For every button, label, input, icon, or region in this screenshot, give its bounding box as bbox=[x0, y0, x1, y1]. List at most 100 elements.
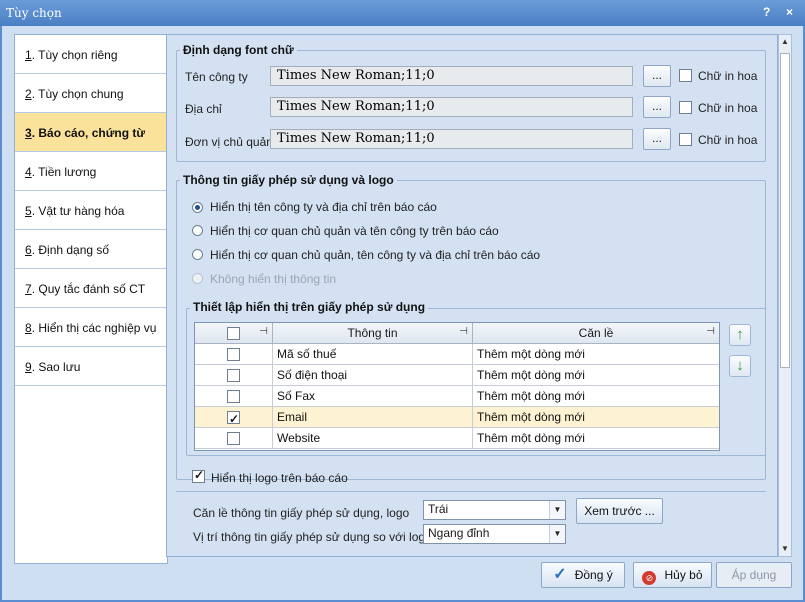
scroll-thumb[interactable] bbox=[780, 53, 790, 368]
row-align[interactable]: Thêm một dòng mới bbox=[473, 428, 719, 449]
parent-unit-font-field[interactable]: Times New Roman;11;0 bbox=[270, 129, 633, 149]
nav-item-dinh-dang-so[interactable]: 6. Định dạng số bbox=[15, 230, 167, 269]
display-section-title: Thiết lập hiển thị trên giấy phép sử dụn… bbox=[190, 300, 429, 314]
nav-label: . Hiển thị các nghiệp vụ bbox=[31, 321, 157, 335]
select-all-checkbox[interactable] bbox=[227, 327, 240, 340]
option-show-company-address[interactable]: Hiển thị tên công ty và địa chỉ trên báo… bbox=[210, 200, 437, 214]
window-title: Tùy chọn bbox=[6, 6, 62, 20]
row-align[interactable]: Thêm một dòng mới bbox=[473, 344, 719, 365]
row-info: Mã số thuế bbox=[273, 344, 473, 365]
table-row[interactable]: Email Thêm một dòng mới bbox=[195, 407, 719, 429]
title-bar: Tùy chọn ? × bbox=[0, 0, 805, 26]
align-column-label: Căn lề bbox=[578, 326, 614, 340]
pin-icon[interactable]: ⊣ bbox=[459, 322, 468, 342]
show-logo-checkbox[interactable] bbox=[192, 468, 205, 483]
show-logo-label: Hiển thị logo trên báo cáo bbox=[211, 471, 348, 485]
option-show-parent-company[interactable]: Hiển thị cơ quan chủ quản và tên công ty… bbox=[210, 224, 499, 238]
company-font-field[interactable]: Times New Roman;11;0 bbox=[270, 66, 633, 86]
nav-num: 1 bbox=[25, 48, 32, 62]
chevron-down-icon[interactable]: ▼ bbox=[549, 501, 565, 519]
nav-num: 3 bbox=[25, 126, 32, 140]
nav-item-tien-luong[interactable]: 4. Tiền lương bbox=[15, 152, 167, 191]
nav-label: . Quy tắc đánh số CT bbox=[31, 282, 146, 296]
nav-num: 6 bbox=[25, 243, 32, 257]
cancel-icon: ⊘ bbox=[642, 571, 657, 585]
align-select-value: Trái bbox=[428, 502, 449, 516]
nav-item-vat-tu-hang-hoa[interactable]: 5. Vật tư hàng hóa bbox=[15, 191, 167, 230]
align-select[interactable]: Trái ▼ bbox=[423, 500, 566, 520]
row-checkbox[interactable] bbox=[227, 390, 240, 403]
nav-item-quy-tac-danh-so[interactable]: 7. Quy tắc đánh số CT bbox=[15, 269, 167, 308]
scroll-down-icon[interactable]: ▼ bbox=[781, 544, 789, 553]
row-check-cell bbox=[195, 428, 273, 449]
cancel-button[interactable]: ⊘ Hủy bỏ bbox=[633, 562, 712, 588]
ok-label: Đồng ý bbox=[574, 568, 613, 582]
radio-show-parent-company[interactable] bbox=[192, 225, 203, 236]
nav-item-tuy-chon-chung[interactable]: 2. Tùy chọn chung bbox=[15, 74, 167, 113]
parent-unit-label: Đơn vị chủ quản bbox=[185, 135, 273, 149]
row-checkbox[interactable] bbox=[227, 432, 240, 445]
nav-item-hien-thi-nghiep-vu[interactable]: 8. Hiển thị các nghiệp vụ bbox=[15, 308, 167, 347]
apply-button[interactable]: Áp dụng bbox=[716, 562, 792, 588]
address-font-field[interactable]: Times New Roman;11;0 bbox=[270, 97, 633, 117]
table-row[interactable]: Website Thêm một dòng mới bbox=[195, 428, 719, 449]
position-select[interactable]: Ngang đỉnh ▼ bbox=[423, 524, 566, 544]
radio-show-company-address[interactable] bbox=[192, 202, 203, 213]
row-check-cell bbox=[195, 407, 273, 429]
nav-label: . Định dạng số bbox=[31, 243, 110, 257]
move-up-button[interactable]: ↑ bbox=[729, 324, 751, 346]
align-label: Căn lề thông tin giấy phép sử dụng, logo bbox=[193, 506, 410, 520]
align-column-header[interactable]: Căn lề ⊣ bbox=[473, 323, 719, 344]
move-down-button[interactable]: ↓ bbox=[729, 355, 751, 377]
help-button[interactable]: ? bbox=[763, 5, 770, 19]
row-info: Số Fax bbox=[273, 386, 473, 407]
font-section-title: Định dạng font chữ bbox=[180, 43, 297, 57]
nav-label: . Sao lưu bbox=[31, 360, 81, 374]
radio-hide-info bbox=[192, 273, 203, 284]
close-button[interactable]: × bbox=[786, 5, 793, 19]
nav-num: 5 bbox=[25, 204, 32, 218]
nav-item-bao-cao-chung-tu[interactable]: 3. Báo cáo, chứng từ bbox=[15, 113, 167, 152]
row-checkbox[interactable] bbox=[227, 409, 240, 429]
nav-label: . Vật tư hàng hóa bbox=[31, 204, 125, 218]
option-show-all[interactable]: Hiển thị cơ quan chủ quản, tên công ty v… bbox=[210, 248, 540, 262]
chevron-down-icon[interactable]: ▼ bbox=[549, 525, 565, 543]
address-label: Địa chỉ bbox=[185, 102, 222, 116]
divider bbox=[176, 491, 766, 492]
scroll-up-icon[interactable]: ▲ bbox=[781, 37, 789, 46]
row-checkbox[interactable] bbox=[227, 348, 240, 361]
cancel-label: Hủy bỏ bbox=[664, 568, 703, 582]
address-font-browse-button[interactable]: ... bbox=[643, 96, 671, 118]
row-align[interactable]: Thêm một dòng mới bbox=[473, 407, 719, 428]
row-info: Website bbox=[273, 428, 473, 449]
checkmark-icon: ✓ bbox=[553, 566, 567, 583]
nav-item-sao-luu[interactable]: 9. Sao lưu bbox=[15, 347, 167, 386]
parent-unit-uppercase-label: Chữ in hoa bbox=[698, 133, 758, 147]
arrow-down-icon: ↓ bbox=[736, 357, 744, 374]
row-align[interactable]: Thêm một dòng mới bbox=[473, 365, 719, 386]
company-uppercase-checkbox[interactable] bbox=[679, 69, 692, 82]
table-row[interactable]: Số điện thoại Thêm một dòng mới bbox=[195, 365, 719, 386]
company-font-browse-button[interactable]: ... bbox=[643, 65, 671, 87]
parent-unit-uppercase-checkbox[interactable] bbox=[679, 133, 692, 146]
preview-button[interactable]: Xem trước ... bbox=[576, 498, 663, 524]
row-check-cell bbox=[195, 386, 273, 407]
nav-num: 4 bbox=[25, 165, 32, 179]
info-column-label: Thông tin bbox=[347, 326, 398, 340]
pin-icon[interactable]: ⊣ bbox=[706, 322, 715, 342]
row-checkbox[interactable] bbox=[227, 369, 240, 382]
parent-unit-font-browse-button[interactable]: ... bbox=[643, 128, 671, 150]
table-row[interactable]: Mã số thuế Thêm một dòng mới bbox=[195, 344, 719, 365]
main-scrollbar[interactable]: ▲ ▼ bbox=[778, 34, 792, 557]
ok-button[interactable]: ✓ Đồng ý bbox=[541, 562, 625, 588]
row-align[interactable]: Thêm một dòng mới bbox=[473, 386, 719, 407]
radio-show-all[interactable] bbox=[192, 249, 203, 260]
sidebar: 1. Tùy chọn riêng 2. Tùy chọn chung 3. B… bbox=[14, 34, 168, 564]
pin-icon[interactable]: ⊣ bbox=[259, 322, 268, 342]
company-uppercase-label: Chữ in hoa bbox=[698, 69, 758, 83]
table-row[interactable]: Số Fax Thêm một dòng mới bbox=[195, 386, 719, 407]
info-grid: ⊣ Thông tin ⊣ Căn lề ⊣ Mã số thuế Thêm m… bbox=[194, 322, 720, 451]
info-column-header[interactable]: Thông tin ⊣ bbox=[273, 323, 473, 344]
address-uppercase-checkbox[interactable] bbox=[679, 101, 692, 114]
nav-item-tuy-chon-rieng[interactable]: 1. Tùy chọn riêng bbox=[15, 35, 167, 74]
